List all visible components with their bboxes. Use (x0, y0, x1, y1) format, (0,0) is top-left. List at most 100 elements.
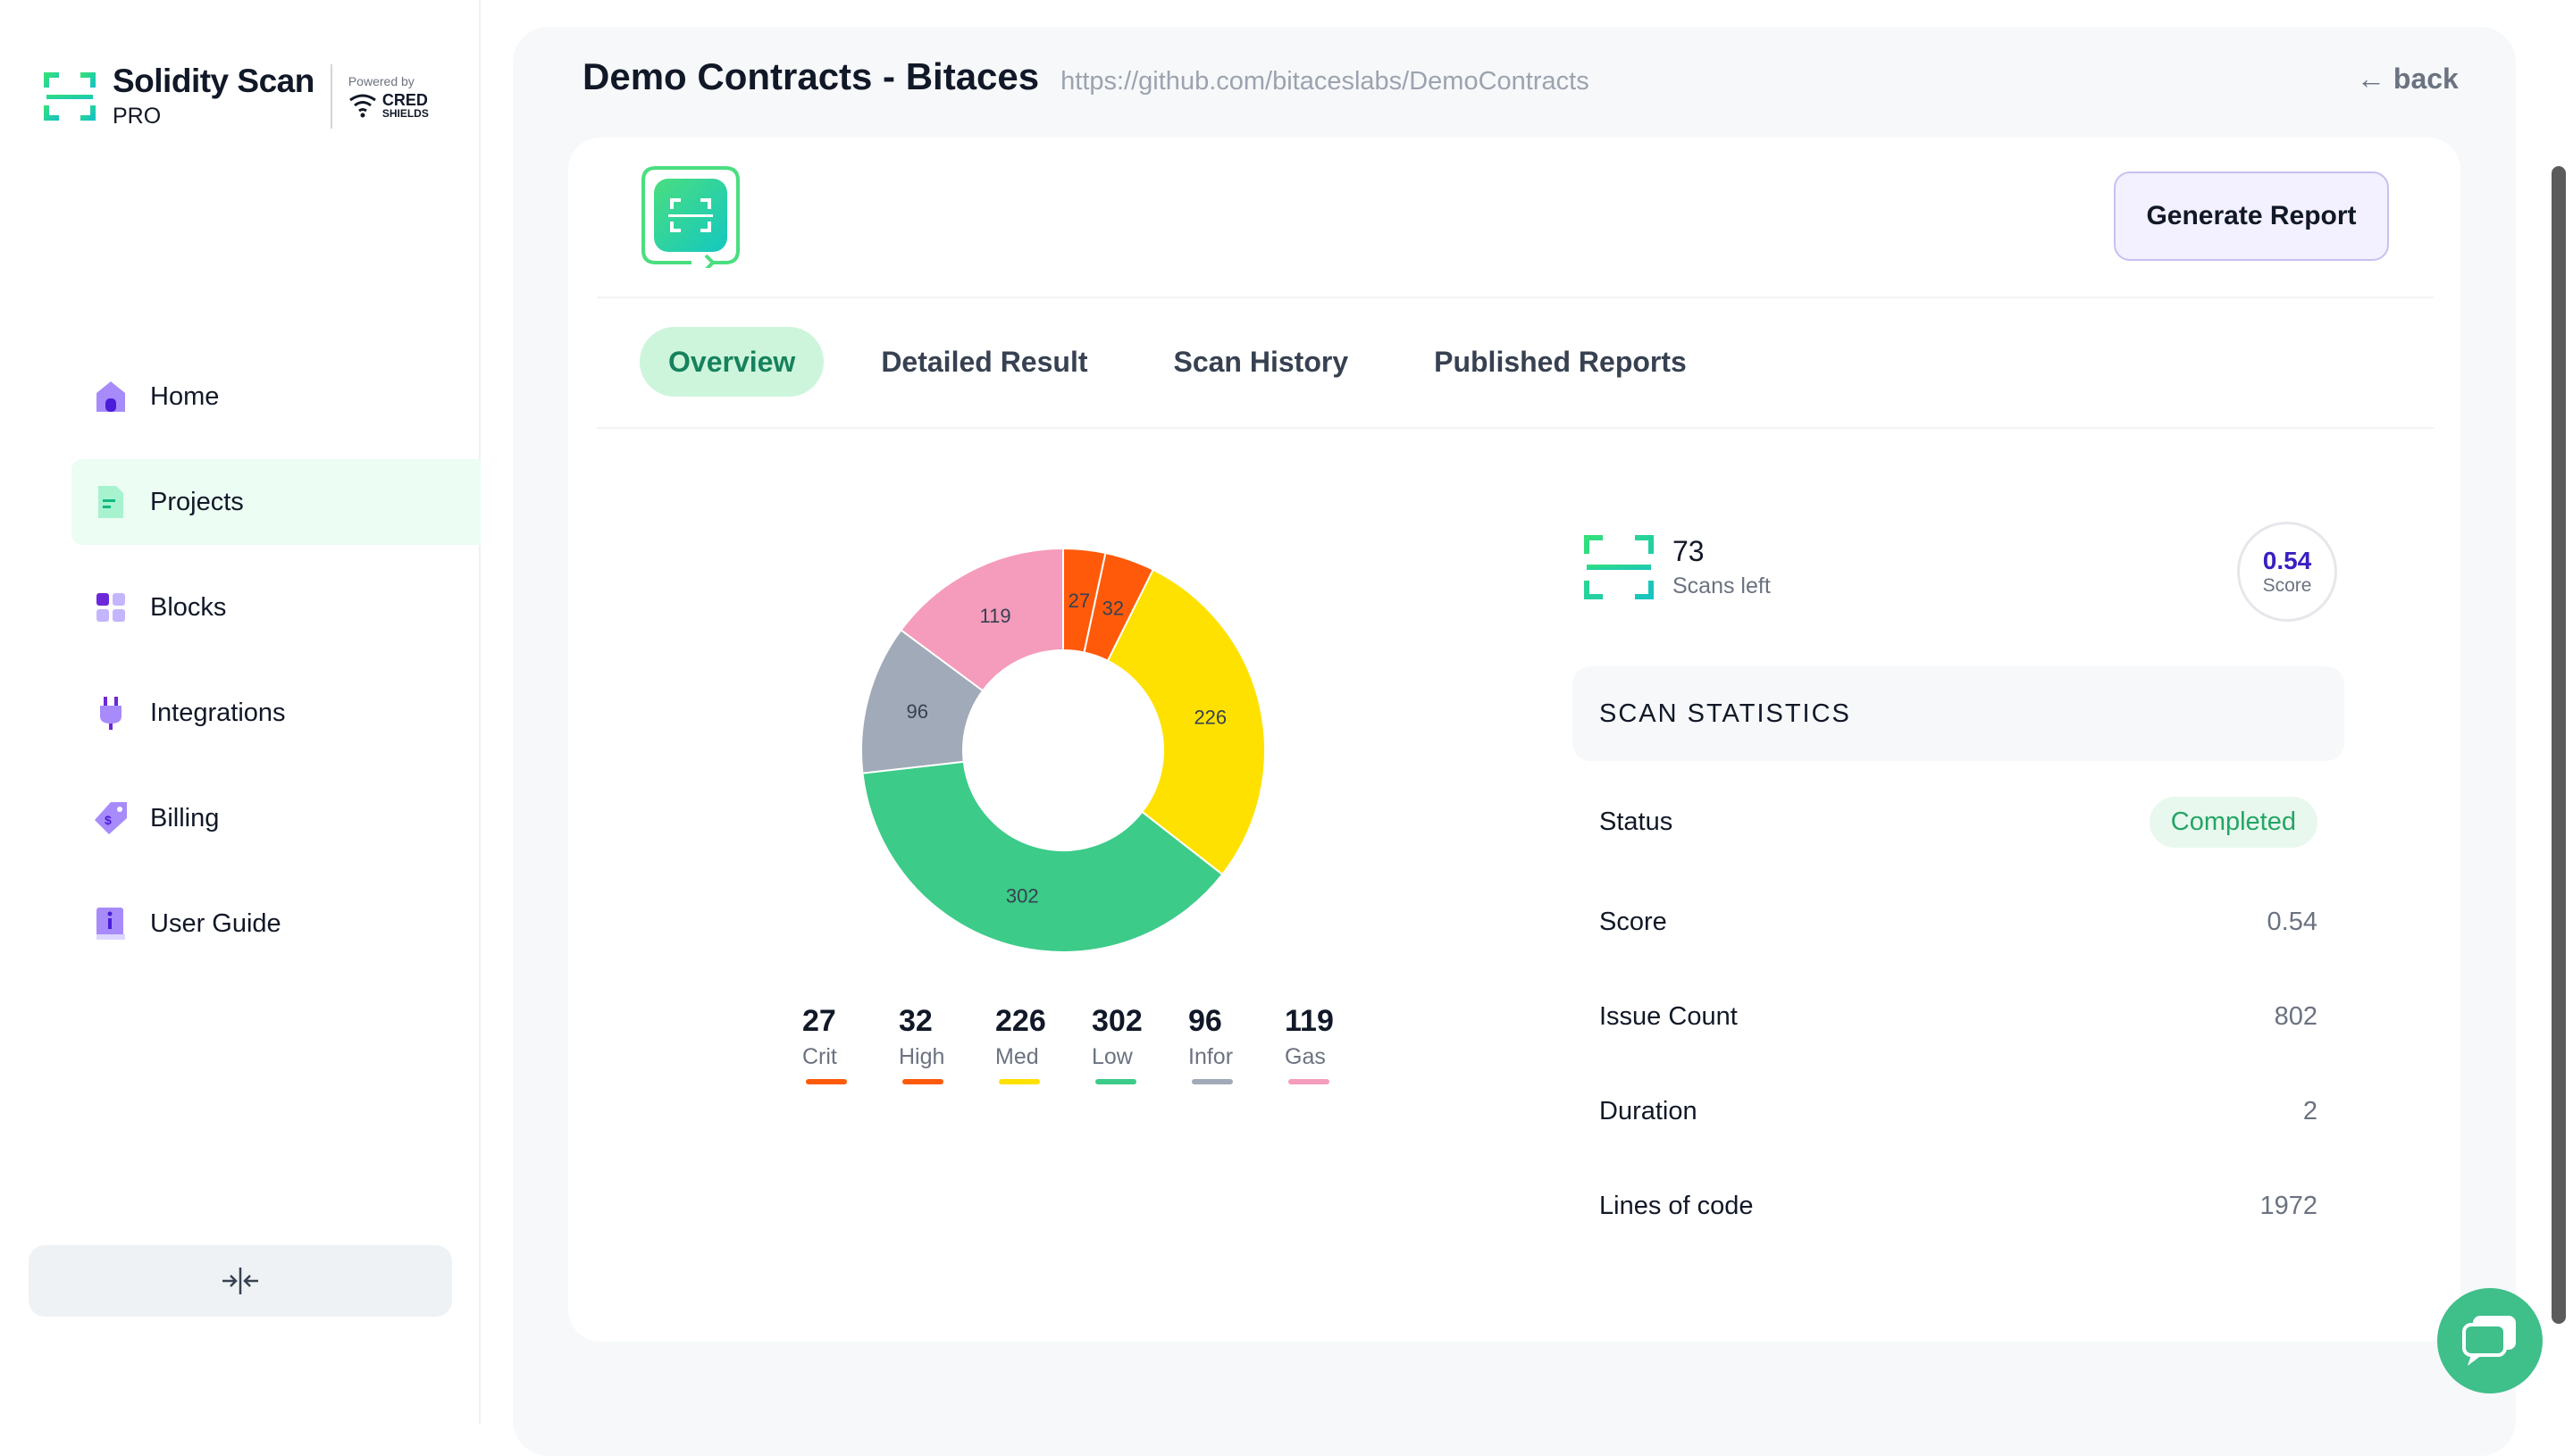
collapse-icon (222, 1268, 258, 1294)
chat-icon (2462, 1316, 2516, 1366)
tab-bar: Overview Detailed Result Scan History Pu… (640, 327, 1744, 397)
stat-value: 0.54 (2267, 908, 2317, 936)
sidebar-item-label: Billing (150, 803, 220, 833)
sidebar-item-integrations[interactable]: Integrations (71, 670, 481, 756)
legend-label: Crit (802, 1044, 837, 1069)
collapse-sidebar-button[interactable] (29, 1245, 452, 1317)
scan-logo-icon (44, 71, 96, 121)
legend-label: Gas (1285, 1044, 1326, 1069)
tab-overview[interactable]: Overview (640, 327, 825, 397)
legend-color-bar (1288, 1079, 1329, 1084)
donut-data-label: 119 (980, 605, 1011, 627)
partner-name-1: CRED (381, 90, 428, 109)
sidebar-item-user-guide[interactable]: User Guide (71, 881, 481, 966)
donut-data-label: 302 (1006, 885, 1039, 908)
chat-button[interactable] (2437, 1288, 2543, 1393)
stat-key: Status (1599, 807, 1673, 836)
legend-color-bar (999, 1079, 1040, 1084)
scrollbar[interactable] (2552, 166, 2566, 1324)
score-badge: 0.54 Score (2237, 522, 2337, 622)
divider (597, 297, 2434, 298)
stat-row-issue-count: Issue Count 802 (1599, 1002, 2317, 1032)
blocks-icon (93, 590, 129, 625)
donut-data-label: 27 (1069, 590, 1090, 612)
repo-link[interactable]: https://github.com/bitaceslabs/DemoContr… (1060, 67, 1589, 96)
legend-value: 119 (1285, 1004, 1334, 1038)
legend-value: 302 (1092, 1004, 1143, 1038)
tab-detailed-result[interactable]: Detailed Result (852, 327, 1116, 397)
page-title: Demo Contracts - Bitaces (582, 55, 1040, 97)
powered-by-label: Powered by (348, 73, 415, 88)
stat-key: Lines of code (1599, 1192, 1754, 1220)
legend-value: 226 (995, 1004, 1046, 1038)
page-header: Demo Contracts - Bitaces https://github.… (582, 55, 1589, 98)
sidebar-item-blocks[interactable]: Blocks (71, 565, 481, 650)
brand-tier: PRO (113, 104, 162, 129)
legend-item-med: 226 Med (995, 1004, 1092, 1084)
legend-value: 32 (899, 1004, 933, 1038)
stat-key: Issue Count (1599, 1002, 1738, 1031)
legend-label: High (899, 1044, 945, 1069)
legend-color-bar (1192, 1079, 1233, 1084)
sidebar-nav: Home Projects Blocks Integrations $ Bill… (71, 354, 481, 986)
scan-statistics-heading: SCAN STATISTICS (1572, 666, 2344, 761)
sidebar-item-label: User Guide (150, 908, 281, 938)
score-badge-value: 0.54 (2262, 547, 2312, 574)
stat-row-lines-of-code: Lines of code 1972 (1599, 1192, 2317, 1221)
sidebar: Solidity Scan PRO Powered by CRED SHIELD… (0, 0, 481, 1424)
sidebar-item-label: Projects (150, 487, 244, 516)
legend-item-low: 302 Low (1092, 1004, 1188, 1084)
status-badge: Completed (2149, 797, 2317, 848)
donut-data-label: 226 (1194, 707, 1227, 729)
sidebar-item-label: Integrations (150, 698, 286, 727)
back-link[interactable]: ← back (2357, 63, 2459, 96)
wifi-icon (348, 94, 376, 117)
stat-value: 2 (2302, 1097, 2317, 1125)
legend-item-crit: 27 Crit (802, 1004, 899, 1084)
legend-value: 27 (802, 1004, 836, 1038)
legend-value: 96 (1188, 1004, 1222, 1038)
severity-legend: 27 Crit 32 High 226 Med 302 Low 96 Infor 119 Gas (802, 1004, 1381, 1084)
home-icon (93, 379, 129, 414)
legend-label: Low (1092, 1044, 1133, 1069)
brand-divider (330, 63, 332, 129)
legend-item-high: 32 High (899, 1004, 995, 1084)
scans-left-count: 73 (1672, 535, 1705, 567)
score-badge-label: Score (2262, 575, 2312, 596)
sidebar-item-projects[interactable]: Projects (71, 459, 481, 545)
legend-color-bar (902, 1079, 943, 1084)
sidebar-item-billing[interactable]: $ Billing (71, 775, 481, 861)
brand-logo[interactable]: Solidity Scan PRO Powered by CRED SHIELD… (43, 63, 429, 130)
stat-row-status: Status Completed (1599, 797, 2317, 848)
sidebar-item-home[interactable]: Home (71, 354, 481, 439)
project-scan-icon (641, 166, 740, 268)
scans-left: 73 Scans left (1583, 534, 1771, 600)
tag-icon: $ (93, 800, 129, 836)
generate-report-button[interactable]: Generate Report (2114, 172, 2389, 261)
legend-color-bar (1095, 1079, 1136, 1084)
partner-name-2: SHIELDS (381, 106, 429, 120)
divider (597, 427, 2434, 429)
tab-published-reports[interactable]: Published Reports (1405, 327, 1715, 397)
tab-scan-history[interactable]: Scan History (1144, 327, 1377, 397)
legend-item-infor: 96 Infor (1188, 1004, 1285, 1084)
sidebar-item-label: Blocks (150, 592, 227, 622)
legend-color-bar (806, 1079, 847, 1084)
legend-label: Med (995, 1044, 1039, 1069)
stat-value: 1972 (2259, 1192, 2317, 1220)
stat-value: 802 (2274, 1002, 2317, 1031)
stat-row-duration: Duration 2 (1599, 1097, 2317, 1126)
brand-title: Solidity Scan (113, 63, 314, 99)
stat-key: Score (1599, 908, 1667, 936)
document-icon (93, 484, 129, 520)
svg-text:$: $ (105, 813, 112, 827)
book-icon (93, 906, 129, 941)
donut-data-label: 96 (907, 700, 928, 723)
severity-donut-chart: 27 32 226 302 96 119 (860, 547, 1266, 953)
legend-label: Infor (1188, 1044, 1234, 1069)
stat-row-score: Score 0.54 (1599, 908, 2317, 937)
scans-left-label: Scans left (1672, 573, 1771, 598)
sidebar-item-label: Home (150, 381, 220, 411)
donut-data-label: 32 (1102, 597, 1124, 619)
legend-item-gas: 119 Gas (1285, 1004, 1381, 1084)
